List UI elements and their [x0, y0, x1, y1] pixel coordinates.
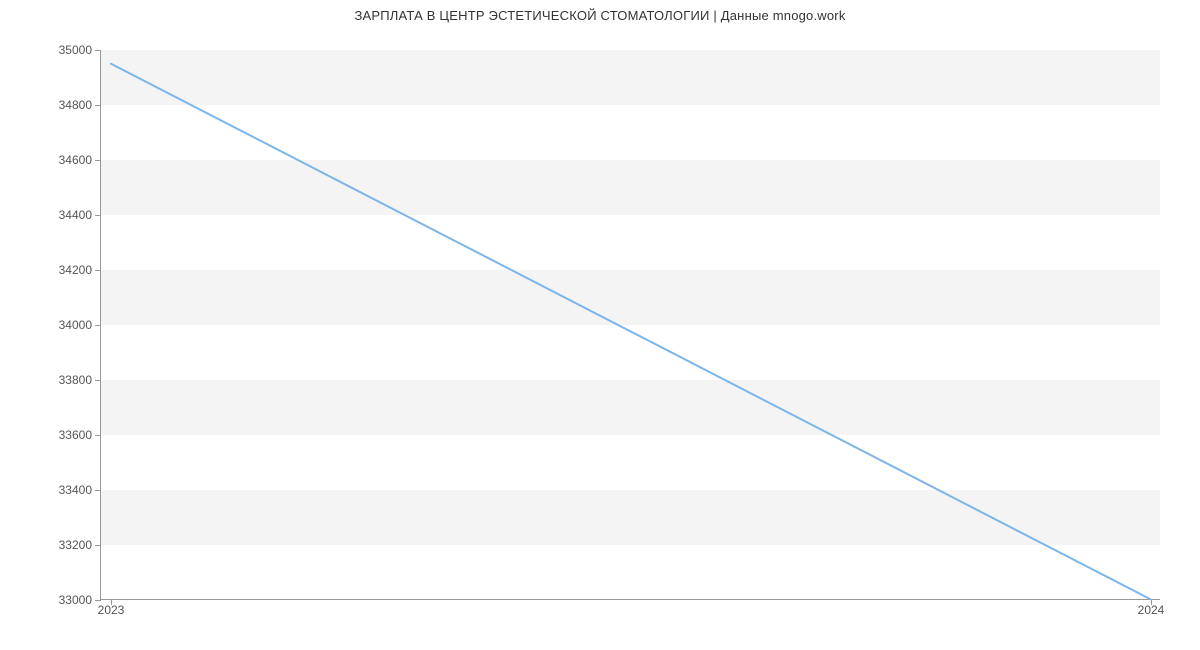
y-tick-mark: [95, 325, 101, 326]
y-tick-mark: [95, 215, 101, 216]
x-tick-mark: [1151, 599, 1152, 605]
y-tick-mark: [95, 600, 101, 601]
y-tick-label: 34200: [59, 263, 92, 277]
y-tick-mark: [95, 490, 101, 491]
x-tick-label: 2024: [1138, 603, 1165, 617]
y-tick-mark: [95, 270, 101, 271]
y-tick-label: 34000: [59, 318, 92, 332]
y-tick-mark: [95, 50, 101, 51]
y-tick-mark: [95, 160, 101, 161]
x-tick-label: 2023: [98, 603, 125, 617]
y-tick-label: 33200: [59, 538, 92, 552]
series-line: [111, 64, 1150, 599]
y-tick-label: 33800: [59, 373, 92, 387]
y-tick-label: 34800: [59, 98, 92, 112]
y-tick-label: 34400: [59, 208, 92, 222]
plot-area: 3300033200334003360033800340003420034400…: [100, 50, 1160, 600]
y-tick-label: 33600: [59, 428, 92, 442]
y-tick-label: 34600: [59, 153, 92, 167]
y-tick-label: 33000: [59, 593, 92, 607]
y-tick-mark: [95, 435, 101, 436]
chart-title: ЗАРПЛАТА В ЦЕНТР ЭСТЕТИЧЕСКОЙ СТОМАТОЛОГ…: [0, 8, 1200, 23]
y-tick-label: 35000: [59, 43, 92, 57]
line-layer: [101, 50, 1160, 599]
y-tick-mark: [95, 105, 101, 106]
x-tick-mark: [111, 599, 112, 605]
y-tick-label: 33400: [59, 483, 92, 497]
y-tick-mark: [95, 545, 101, 546]
chart-container: ЗАРПЛАТА В ЦЕНТР ЭСТЕТИЧЕСКОЙ СТОМАТОЛОГ…: [0, 0, 1200, 650]
y-tick-mark: [95, 380, 101, 381]
